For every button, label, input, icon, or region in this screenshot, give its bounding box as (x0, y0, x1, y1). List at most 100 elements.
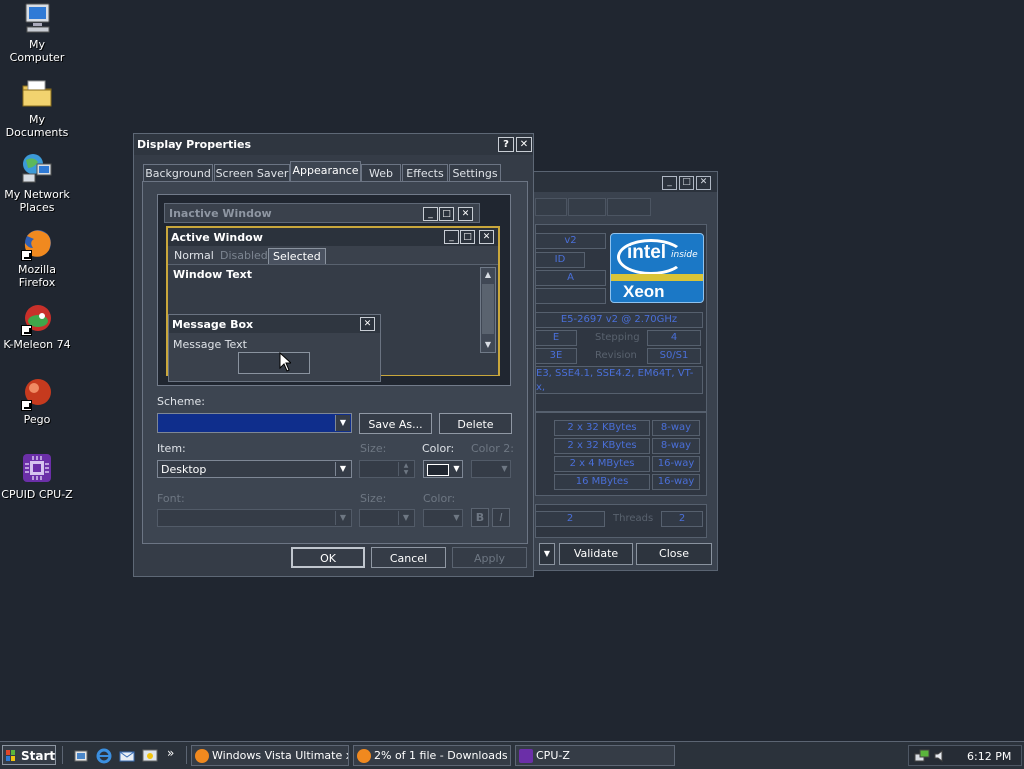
desktop-icon-label: CPUID CPU-Z (1, 488, 73, 501)
maximize-button[interactable]: □ (679, 176, 694, 190)
tab-web[interactable]: Web (361, 164, 401, 182)
cache-l1d-size: 2 x 32 KBytes (554, 420, 650, 436)
help-button[interactable]: ? (498, 137, 514, 152)
specification-field: E5-2697 v2 @ 2.70GHz (535, 312, 703, 328)
shortcut-arrow-icon (21, 400, 32, 411)
desktop-icon-my-computer[interactable]: My Computer (0, 2, 74, 64)
minimize-icon: _ (423, 207, 438, 221)
tab-effects[interactable]: Effects (402, 164, 448, 182)
taskbar-item-downloads[interactable]: 2% of 1 file - Downloads (353, 745, 511, 766)
message-box-button (238, 352, 310, 374)
close-button[interactable]: ✕ (696, 176, 711, 190)
model-field: 3E (535, 348, 577, 364)
item-label: Item: (157, 442, 186, 455)
cpuz-window[interactable]: _ □ ✕ v2 ID A intel inside Xeon E5-2697 … (530, 171, 718, 571)
desktop-icon-pego[interactable]: Pego (0, 377, 74, 426)
font-color-picker[interactable]: ▼ (423, 509, 463, 527)
desktop-icon-label: My Documents (5, 113, 69, 139)
desktop-icon-network-places[interactable]: My Network Places (0, 152, 74, 214)
preview-message-box: Message Box ✕ Message Text (168, 314, 381, 382)
ok-button[interactable]: OK (291, 547, 365, 568)
item-color-2-picker[interactable]: ▼ (471, 460, 511, 478)
shortcut-arrow-icon (21, 325, 32, 336)
taskbar: Start » Windows Vista Ultimate x... 2% o… (0, 741, 1024, 769)
network-tray-icon[interactable] (914, 748, 930, 767)
pego-icon (21, 377, 53, 411)
desktop-icon-cpuz[interactable]: CPUID CPU-Z (0, 452, 74, 501)
tab-background[interactable]: Background (143, 164, 213, 182)
display-properties-dialog[interactable]: Display Properties ? ✕ Background Screen… (133, 133, 534, 577)
scroll-down-icon: ▼ (484, 340, 492, 349)
revision-label: Revision (595, 350, 637, 361)
taskbar-item-label: 2% of 1 file - Downloads (374, 749, 508, 762)
quick-launch-media-icon[interactable] (73, 748, 89, 764)
italic-button[interactable]: I (492, 508, 510, 527)
item-color-picker[interactable]: ▼ (423, 460, 463, 478)
stepping-field: 4 (647, 330, 701, 346)
desktop-icon-firefox[interactable]: Mozilla Firefox (0, 227, 74, 289)
cpuz-tab[interactable] (607, 198, 651, 216)
item-size-stepper[interactable]: ▲ ▼ (359, 460, 415, 478)
volume-tray-icon[interactable] (933, 748, 947, 767)
appearance-preview[interactable]: Inactive Window _ □ ✕ Active Window _ □ … (157, 194, 511, 386)
cpuz-tab[interactable] (535, 198, 567, 216)
quick-launch-outlook-icon[interactable] (119, 748, 135, 764)
font-size-label: Size: (360, 492, 387, 505)
cpuz-icon (21, 452, 53, 484)
dialog-title-bar[interactable]: Display Properties ? ✕ (134, 134, 533, 155)
start-button[interactable]: Start (2, 745, 56, 765)
font-select[interactable]: ▼ (157, 509, 352, 527)
cache-l1i-ways: 8-way (652, 438, 700, 454)
code-name-field: ID (535, 252, 585, 268)
mouse-cursor-icon (279, 351, 293, 375)
size-label: Size: (360, 442, 387, 455)
window-text: Window Text (173, 268, 253, 281)
taskbar-item-windows-vista[interactable]: Windows Vista Ultimate x... (191, 745, 349, 766)
taskbar-clock[interactable]: 6:12 PM (967, 750, 1011, 763)
menu-disabled: Disabled (220, 249, 268, 262)
network-icon (21, 152, 53, 184)
close-button[interactable]: ✕ (516, 137, 532, 152)
computer-icon (21, 2, 53, 34)
tab-settings[interactable]: Settings (449, 164, 501, 182)
firefox-icon (21, 227, 53, 261)
quick-launch-show-desktop-icon[interactable] (142, 748, 158, 764)
delete-button[interactable]: Delete (439, 413, 512, 434)
tab-appearance[interactable]: Appearance (290, 161, 361, 183)
tools-dropdown-button[interactable]: ▼ (539, 543, 555, 565)
desktop-icon-label: My Computer (9, 38, 65, 64)
minimize-button[interactable]: _ (662, 176, 677, 190)
folder-documents-icon (21, 77, 53, 109)
desktop-icon-label: Mozilla Firefox (18, 263, 56, 289)
taskbar-item-cpuz[interactable]: CPU-Z (515, 745, 675, 766)
tab-screen-saver[interactable]: Screen Saver (214, 164, 290, 182)
save-as-button[interactable]: Save As... (359, 413, 432, 434)
menu-selected: Selected (268, 248, 326, 265)
scheme-select[interactable]: ▼ (157, 413, 352, 433)
desktop-icon-k-meleon[interactable]: K-Meleon 74 (0, 302, 74, 351)
cpuz-tab[interactable] (568, 198, 606, 216)
inactive-window-title: Inactive Window (169, 207, 272, 220)
validate-button[interactable]: Validate (559, 543, 633, 565)
bold-button[interactable]: B (471, 508, 489, 527)
chevron-down-icon: ▼ (335, 415, 350, 431)
preview-scrollbar: ▲ ▼ (480, 267, 496, 353)
item-select[interactable]: Desktop ▼ (157, 460, 352, 478)
chevron-down-icon: ▼ (398, 511, 413, 525)
cache-l2-ways: 16-way (652, 456, 700, 472)
close-button[interactable]: Close (636, 543, 712, 565)
maximize-icon: □ (439, 207, 454, 221)
minimize-icon: _ (444, 230, 459, 244)
desktop-icon-label: Pego (23, 413, 51, 426)
quick-launch-more-button[interactable]: » (167, 746, 174, 760)
message-text: Message Text (173, 338, 247, 351)
cancel-button[interactable]: Cancel (371, 547, 446, 568)
taskbar-item-label: CPU-Z (536, 749, 570, 762)
quick-launch-ie-icon[interactable] (96, 748, 112, 764)
font-size-select[interactable]: ▼ (359, 509, 415, 527)
xeon-logo-text: Xeon (623, 282, 665, 301)
apply-button[interactable]: Apply (452, 547, 527, 568)
desktop-icon-my-documents[interactable]: My Documents (0, 77, 74, 139)
k-meleon-icon (21, 302, 53, 336)
cores-field: 2 (535, 511, 605, 527)
